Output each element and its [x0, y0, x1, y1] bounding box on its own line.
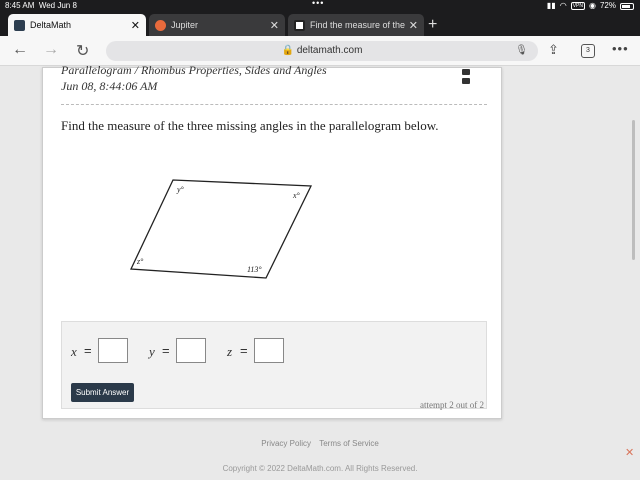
status-bar: 8:45 AM Wed Jun 8 ••• ▮▮ ◠ VPN ◉ 72% — [0, 0, 640, 12]
x-answer-input[interactable] — [98, 338, 128, 363]
angle-x-label: x° — [292, 191, 301, 200]
tab-jupiter[interactable]: Jupiter ✕ — [149, 14, 285, 36]
tab-strip: DeltaMath ✕ Jupiter ✕ Find the measure o… — [0, 12, 640, 36]
z-answer-input[interactable] — [254, 338, 284, 363]
parallelogram-shape — [130, 179, 313, 279]
var-x-label: x — [71, 344, 77, 359]
microphone-icon[interactable]: 🎙 — [515, 41, 528, 61]
copyright-text: Copyright © 2022 DeltaMath.com. All Righ… — [222, 464, 418, 473]
y-answer-input[interactable] — [176, 338, 206, 363]
tab-count-button[interactable]: 3 — [581, 44, 595, 58]
vpn-badge: VPN — [570, 2, 585, 10]
problem-breadcrumb: Parallelogram / Rhombus Properties, Side… — [61, 63, 327, 77]
back-arrow-icon[interactable]: ← — [12, 41, 28, 59]
footer-links: Privacy Policy Terms of Service — [0, 439, 640, 448]
equals-sign: = — [84, 343, 92, 358]
tab-title: DeltaMath — [30, 20, 72, 30]
page-content: Parallelogram / Rhombus Properties, Side… — [0, 63, 640, 480]
var-z-label: z — [227, 344, 233, 359]
multitask-dots-icon[interactable]: ••• — [312, 0, 324, 9]
browser-toolbar: ← → ↻ 🔒 deltamath.com 🎙 ⇪ 3 ••• — [0, 36, 640, 66]
parallelogram-figure: y° x° z° 113° — [130, 179, 313, 279]
angle-z-label: z° — [136, 257, 144, 266]
question-text: Find the measure of the three missing an… — [61, 118, 439, 133]
more-options-icon[interactable]: ••• — [612, 41, 629, 56]
angle-given-label: 113° — [247, 265, 262, 274]
attempt-counter: attempt 2 out of 2 — [420, 400, 484, 410]
close-tab-icon[interactable]: ✕ — [409, 19, 418, 32]
wifi-icon: ◠ — [559, 1, 567, 10]
signal-icon: ▮▮ — [546, 1, 556, 10]
battery-percent: 72% — [599, 1, 616, 10]
location-icon: ◉ — [589, 1, 596, 10]
time-text: 8:45 AM — [5, 1, 35, 10]
problem-timestamp: Jun 08, 8:44:06 AM — [61, 79, 158, 93]
close-icon[interactable]: ✕ — [625, 446, 634, 459]
submit-answer-button[interactable]: Submit Answer — [71, 383, 134, 402]
battery-icon — [620, 2, 634, 10]
privacy-policy-link[interactable]: Privacy Policy — [261, 439, 311, 448]
tab-title: Find the measure of the t — [310, 20, 405, 30]
deltamath-favicon-icon — [14, 19, 25, 31]
equals-sign: = — [240, 343, 248, 358]
var-y-label: y — [149, 344, 155, 359]
reload-icon[interactable]: ↻ — [76, 41, 89, 61]
date-text: Wed Jun 8 — [38, 1, 77, 10]
status-indicators: ▮▮ ◠ VPN ◉ 72% — [547, 0, 634, 12]
share-icon[interactable]: ⇪ — [548, 42, 559, 58]
page-favicon-icon — [294, 19, 305, 31]
terms-of-service-link[interactable]: Terms of Service — [319, 439, 379, 448]
address-bar[interactable]: 🔒 deltamath.com 🎙 — [106, 41, 538, 61]
jupiter-favicon-icon — [155, 19, 166, 31]
calculator-icon[interactable] — [462, 69, 472, 85]
url-text: deltamath.com — [296, 45, 363, 56]
tab-find-measure[interactable]: Find the measure of the t ✕ — [288, 14, 424, 36]
close-tab-icon[interactable]: ✕ — [131, 19, 140, 32]
new-tab-icon[interactable]: + — [428, 16, 437, 34]
equals-sign: = — [162, 343, 170, 358]
divider — [61, 104, 487, 105]
lock-icon: 🔒 — [281, 45, 295, 56]
tab-deltamath[interactable]: DeltaMath ✕ — [8, 14, 146, 36]
tab-title: Jupiter — [171, 20, 199, 30]
angle-y-label: y° — [176, 185, 185, 194]
problem-card: Parallelogram / Rhombus Properties, Side… — [42, 63, 502, 419]
forward-arrow-icon[interactable]: → — [43, 41, 59, 59]
status-time: 8:45 AM Wed Jun 8 — [5, 0, 77, 12]
answer-panel: x = y = z = Submit Answer attempt 2 out … — [61, 321, 487, 410]
scrollbar[interactable] — [632, 120, 635, 260]
close-tab-icon[interactable]: ✕ — [270, 19, 279, 32]
